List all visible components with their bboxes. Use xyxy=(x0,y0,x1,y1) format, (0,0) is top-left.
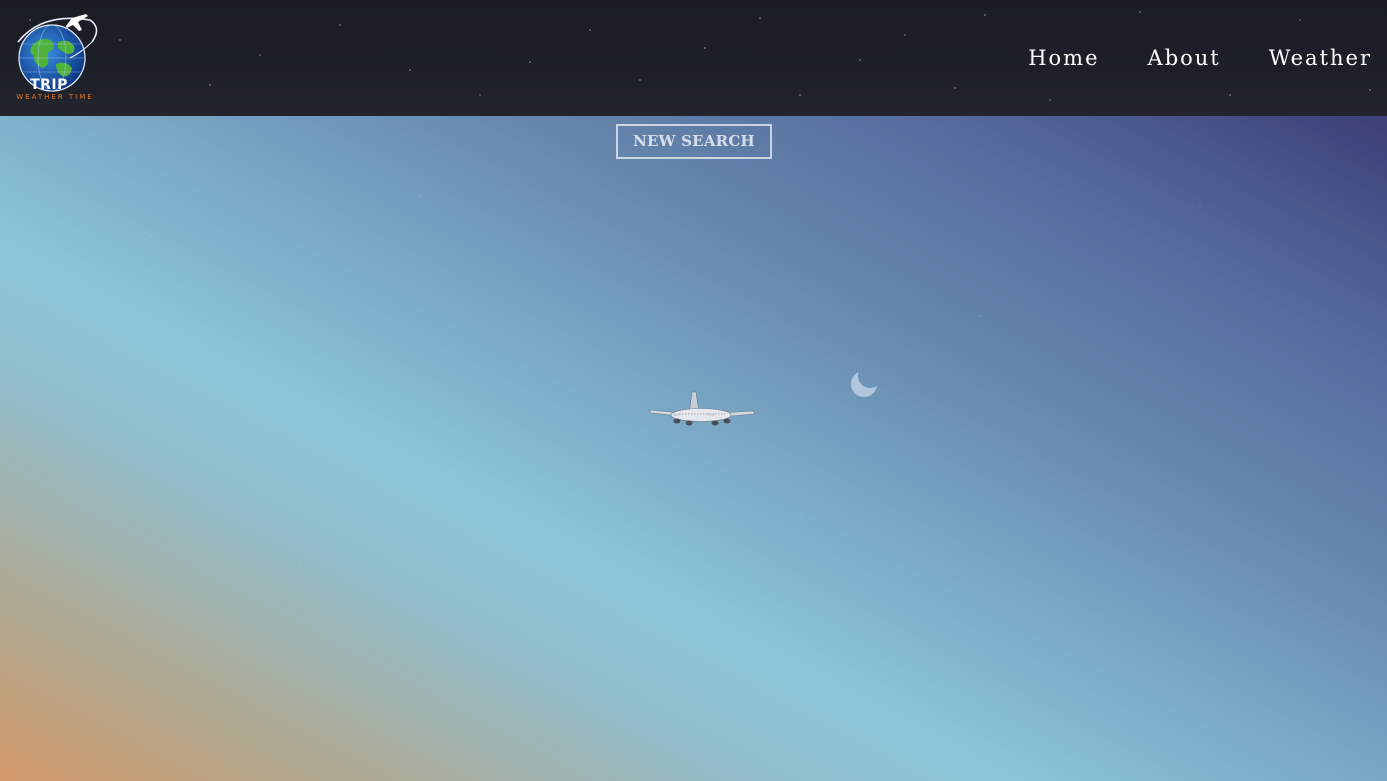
airplane-icon xyxy=(648,391,756,426)
hero-background: NEW SEARCH xyxy=(0,116,1387,781)
crescent-moon-icon xyxy=(851,371,877,397)
new-search-button[interactable]: NEW SEARCH xyxy=(616,124,772,159)
nav-home-link[interactable]: Home xyxy=(1028,44,1099,72)
nav-weather-link[interactable]: Weather xyxy=(1269,44,1372,72)
site-header: TRIP WEATHER TIME Home About Weather xyxy=(0,0,1387,116)
logo-subtitle: WEATHER TIME xyxy=(16,93,94,101)
nav-about-link[interactable]: About xyxy=(1148,44,1221,72)
logo-title: TRIP xyxy=(30,77,68,93)
sky-stars xyxy=(0,116,1387,781)
site-logo[interactable]: TRIP WEATHER TIME xyxy=(12,12,98,101)
main-nav: Home About Weather xyxy=(980,44,1372,72)
